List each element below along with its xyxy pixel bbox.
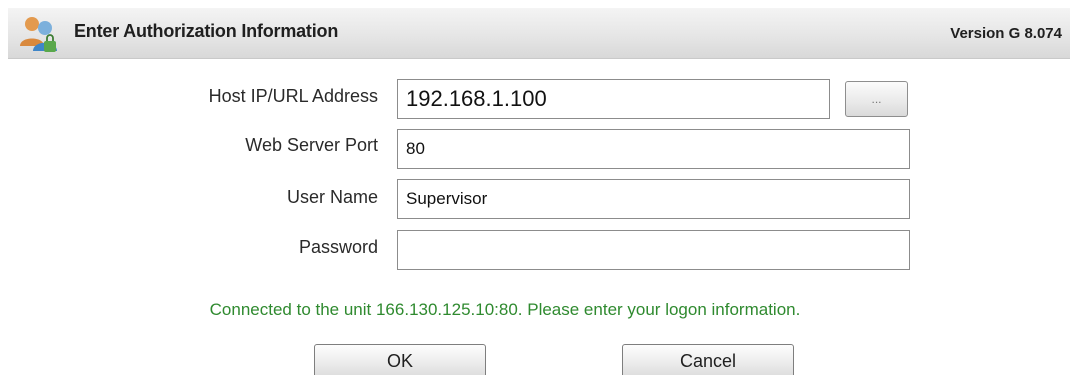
dialog-title: Enter Authorization Information <box>74 21 339 41</box>
username-label: User Name <box>286 187 378 207</box>
ok-button[interactable]: OK <box>314 344 486 375</box>
version-label: Version G 8.074 <box>950 25 1062 42</box>
cancel-button[interactable]: Cancel <box>622 344 794 375</box>
port-label: Web Server Port <box>245 135 378 155</box>
browse-button[interactable]: ... <box>845 81 908 117</box>
port-input[interactable] <box>397 129 910 169</box>
password-label: Password <box>298 237 378 257</box>
host-input[interactable] <box>397 79 830 119</box>
users-icon <box>20 17 57 52</box>
dialog-header: Enter Authorization Information Version … <box>8 8 1070 59</box>
host-label: Host IP/URL Address <box>208 86 378 106</box>
username-input[interactable] <box>397 179 910 219</box>
status-message: Connected to the unit 166.130.125.10:80.… <box>209 300 801 319</box>
authorization-dialog: Enter Authorization Information Version … <box>0 0 1070 375</box>
password-input[interactable] <box>397 230 910 270</box>
